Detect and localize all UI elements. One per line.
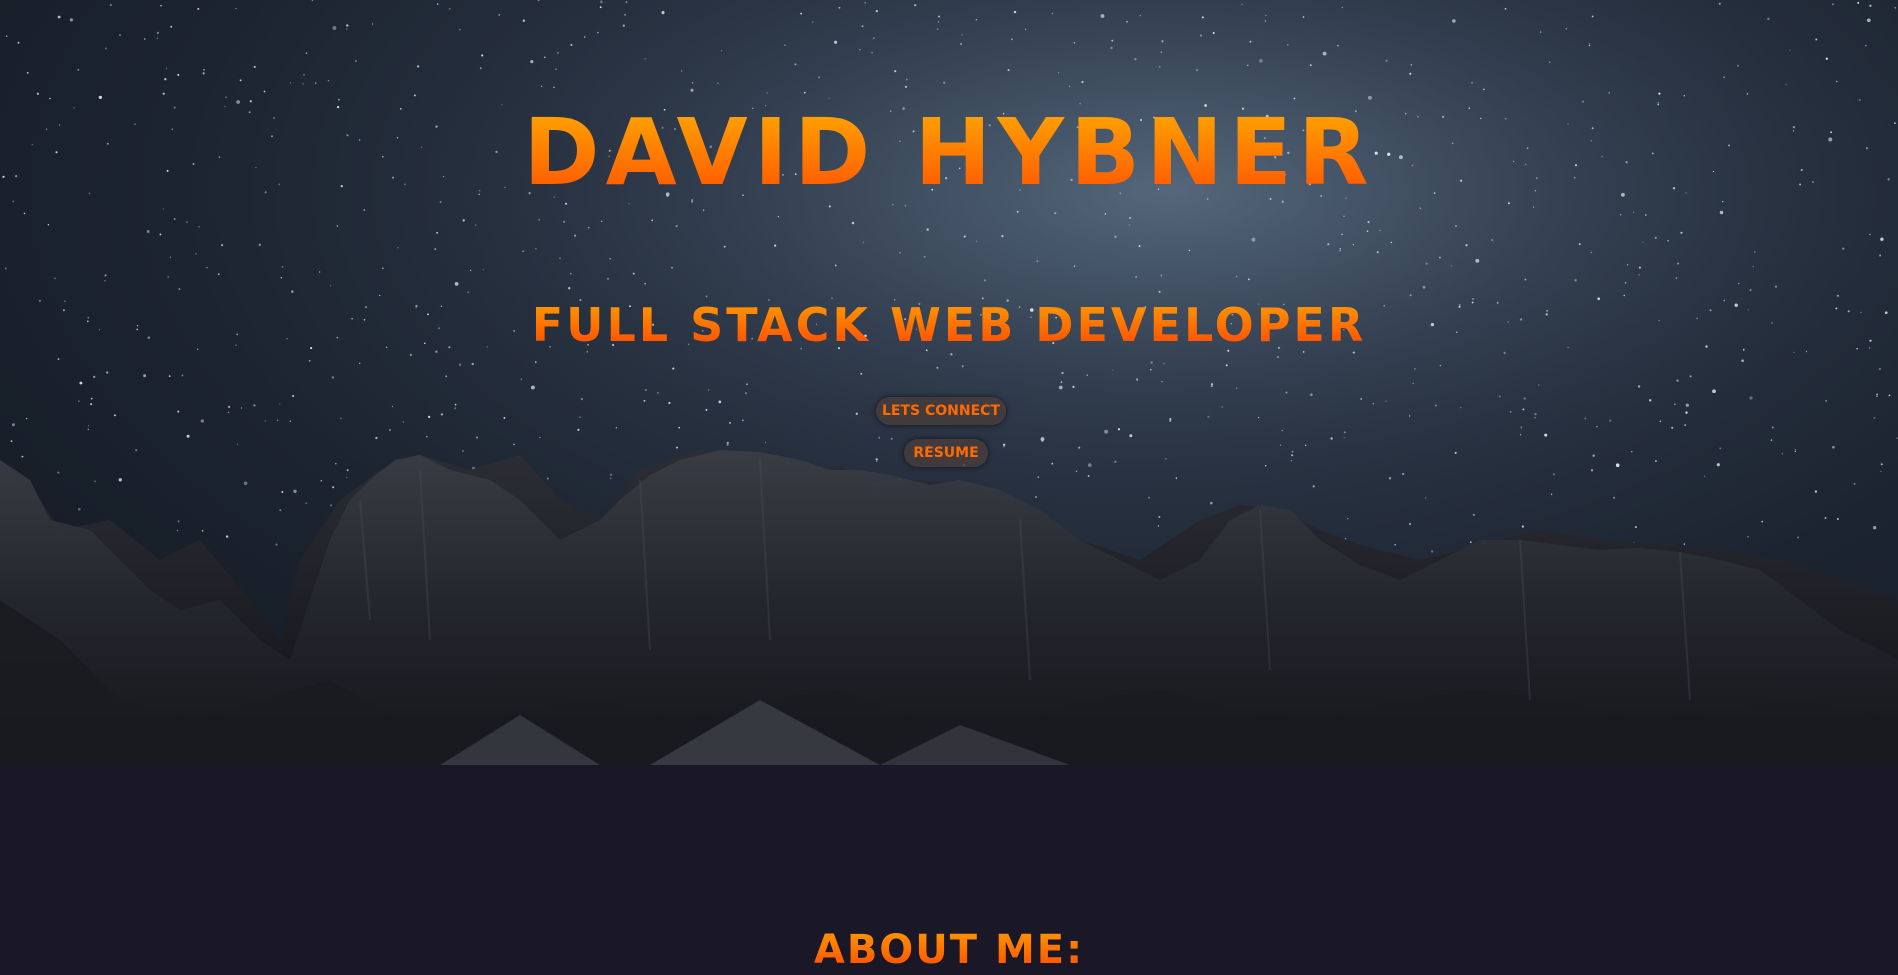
resume-button[interactable]: RESUME [904, 439, 988, 467]
hero-title: DAVID HYBNER [0, 98, 1898, 208]
hero-section: DAVID HYBNER FULL STACK WEB DEVELOPER LE… [0, 0, 1898, 765]
hero-subtitle: FULL STACK WEB DEVELOPER [0, 298, 1898, 352]
lets-connect-button[interactable]: LETS CONNECT [876, 397, 1006, 425]
about-heading: ABOUT ME: [0, 925, 1898, 975]
